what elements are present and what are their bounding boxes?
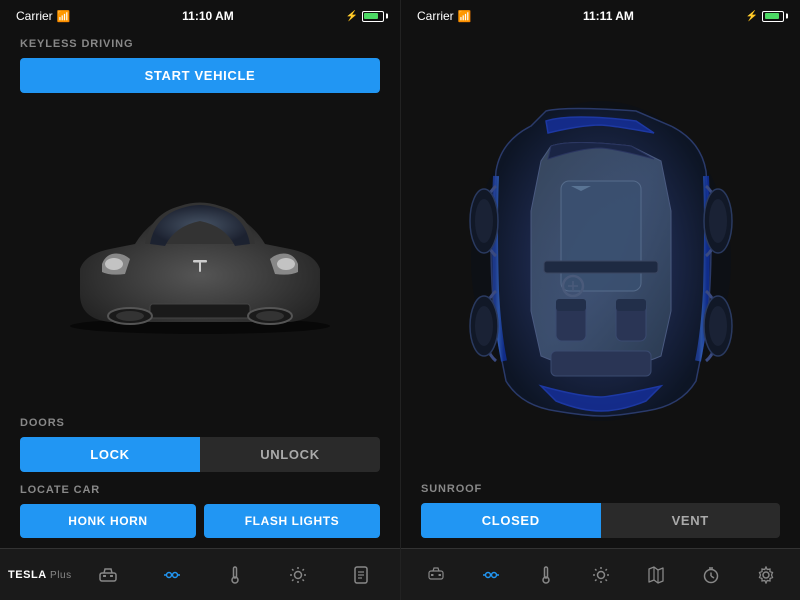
battery-fill-1 bbox=[364, 13, 378, 19]
brand-1: TESLA Plus bbox=[8, 569, 72, 581]
honk-horn-button[interactable]: HONK HORN bbox=[20, 504, 196, 538]
nav-car-entry-2[interactable] bbox=[409, 563, 462, 587]
time-1: 11:10 AM bbox=[182, 9, 234, 23]
keyless-label: KEYLESS DRIVING bbox=[20, 38, 380, 50]
phone-2: Carrier 📶 11:11 AM ⚡ bbox=[400, 0, 800, 600]
time-2: 11:11 AM bbox=[583, 9, 634, 23]
battery-icon-2 bbox=[762, 11, 784, 22]
doors-toggle-group: LOCK UNLOCK bbox=[20, 437, 380, 472]
locate-section: LOCATE CAR HONK HORN FLASH LIGHTS bbox=[20, 484, 380, 538]
nav-controls-2[interactable] bbox=[464, 563, 517, 587]
carrier-label-1: Carrier bbox=[16, 9, 53, 23]
nav-brightness-2[interactable] bbox=[574, 562, 627, 588]
unlock-button[interactable]: UNLOCK bbox=[200, 437, 380, 472]
carrier-label-2: Carrier bbox=[417, 9, 454, 23]
start-vehicle-button[interactable]: START VEHICLE bbox=[20, 58, 380, 93]
phone-1: Carrier 📶 11:10 AM ⚡ KEYLESS DRIVING STA… bbox=[0, 0, 400, 600]
nav-map-2[interactable] bbox=[629, 562, 682, 588]
nav-brightness-1[interactable] bbox=[267, 562, 328, 588]
car-top-image bbox=[400, 28, 800, 483]
status-left-2: Carrier 📶 bbox=[417, 9, 471, 23]
locate-label: LOCATE CAR bbox=[20, 484, 380, 496]
status-left-1: Carrier 📶 bbox=[16, 9, 70, 23]
nav-car-entry-1[interactable] bbox=[78, 563, 139, 587]
sunroof-toggle-group: CLOSED VENT bbox=[421, 503, 780, 538]
nav-timer-2[interactable] bbox=[684, 562, 737, 588]
bottom-nav-2 bbox=[401, 548, 800, 600]
battery-fill-2 bbox=[765, 13, 779, 19]
nav-temperature-2[interactable] bbox=[519, 562, 572, 588]
car-front-image bbox=[20, 93, 380, 405]
car-front-svg bbox=[50, 164, 350, 334]
flash-lights-button[interactable]: FLASH LIGHTS bbox=[204, 504, 380, 538]
status-right-1: ⚡ bbox=[346, 11, 384, 22]
nav-controls-1[interactable] bbox=[141, 563, 202, 587]
car-top-svg bbox=[416, 91, 786, 421]
locate-buttons: HONK HORN FLASH LIGHTS bbox=[20, 504, 380, 538]
sunroof-section: SUNROOF CLOSED VENT bbox=[401, 483, 800, 548]
closed-button[interactable]: CLOSED bbox=[421, 503, 601, 538]
status-right-2: ⚡ bbox=[746, 11, 784, 22]
doors-section: DOORS LOCK UNLOCK bbox=[20, 417, 380, 472]
wifi-icon-1: 📶 bbox=[57, 10, 71, 23]
phone-1-content: KEYLESS DRIVING START VEHICLE bbox=[0, 28, 400, 548]
battery-bolt-2: ⚡ bbox=[746, 11, 758, 22]
wifi-icon-2: 📶 bbox=[458, 10, 472, 23]
sunroof-label: SUNROOF bbox=[421, 483, 780, 495]
status-bar-1: Carrier 📶 11:10 AM ⚡ bbox=[0, 0, 400, 28]
nav-menu-1[interactable] bbox=[331, 562, 392, 588]
car-top-container bbox=[400, 28, 800, 483]
doors-label: DOORS bbox=[20, 417, 380, 429]
battery-icon-1 bbox=[362, 11, 384, 22]
vent-button[interactable]: VENT bbox=[601, 503, 781, 538]
status-bar-2: Carrier 📶 11:11 AM ⚡ bbox=[401, 0, 800, 28]
nav-temperature-1[interactable] bbox=[204, 562, 265, 588]
lock-button[interactable]: LOCK bbox=[20, 437, 200, 472]
bottom-nav-1: TESLA Plus bbox=[0, 548, 400, 600]
nav-settings-2[interactable] bbox=[739, 562, 792, 588]
battery-bolt-1: ⚡ bbox=[346, 11, 358, 22]
